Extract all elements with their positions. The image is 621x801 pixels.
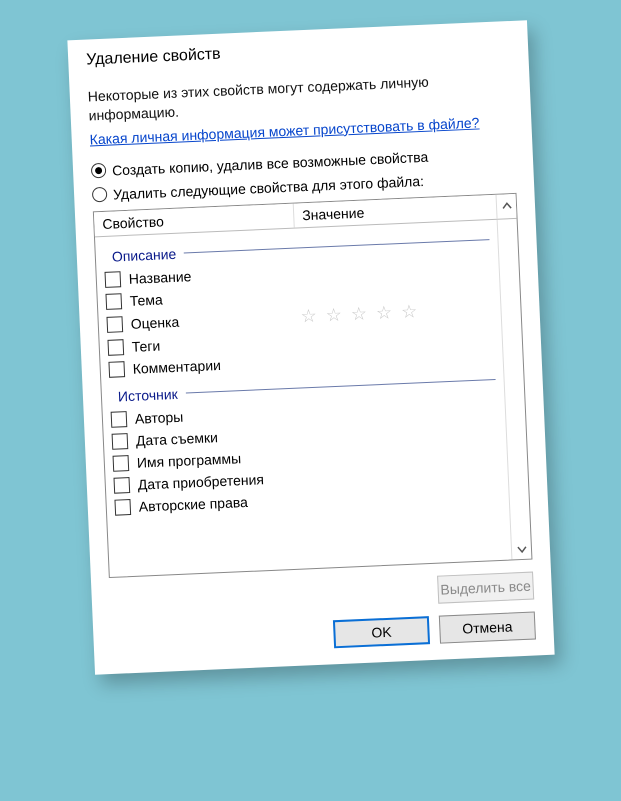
prop-comments-label: Комментарии (132, 353, 303, 376)
properties-list: Свойство Значение Описание Название Тема (92, 193, 532, 578)
scroll-down-icon[interactable] (516, 541, 527, 559)
checkbox-date-taken[interactable] (111, 433, 128, 450)
group-description-label: Описание (111, 246, 176, 265)
checkbox-subject[interactable] (105, 293, 122, 310)
checkbox-comments[interactable] (108, 361, 125, 378)
radio-remove-selected[interactable] (91, 187, 107, 203)
prop-copyright-label: Авторские права (138, 491, 309, 514)
list-content: Описание Название Тема Оценка ☆ ☆ ☆ ☆ ☆ (94, 220, 510, 577)
select-all-row: Выделить все (109, 571, 534, 617)
remove-properties-dialog: Удаление свойств Некоторые из этих свойс… (67, 20, 554, 674)
group-divider (184, 239, 489, 253)
prop-rating-label: Оценка (130, 308, 301, 331)
checkbox-title[interactable] (104, 271, 121, 288)
checkbox-rating[interactable] (106, 316, 123, 333)
checkbox-tags[interactable] (107, 339, 124, 356)
dialog-title: Удаление свойств (85, 33, 509, 69)
cancel-button[interactable]: Отмена (438, 611, 535, 643)
group-source-label: Источник (117, 386, 177, 405)
radio-create-copy[interactable] (90, 163, 106, 179)
ok-button[interactable]: OK (332, 616, 429, 648)
list-body: Описание Название Тема Оценка ☆ ☆ ☆ ☆ ☆ (94, 219, 530, 577)
checkbox-date-acquired[interactable] (113, 477, 130, 494)
checkbox-authors[interactable] (110, 411, 127, 428)
select-all-button: Выделить все (437, 571, 534, 603)
scroll-up-icon[interactable] (495, 194, 516, 219)
checkbox-copyright[interactable] (114, 499, 131, 516)
checkbox-program[interactable] (112, 455, 129, 472)
dialog-buttons: OK Отмена (111, 611, 536, 657)
group-divider (185, 379, 495, 394)
